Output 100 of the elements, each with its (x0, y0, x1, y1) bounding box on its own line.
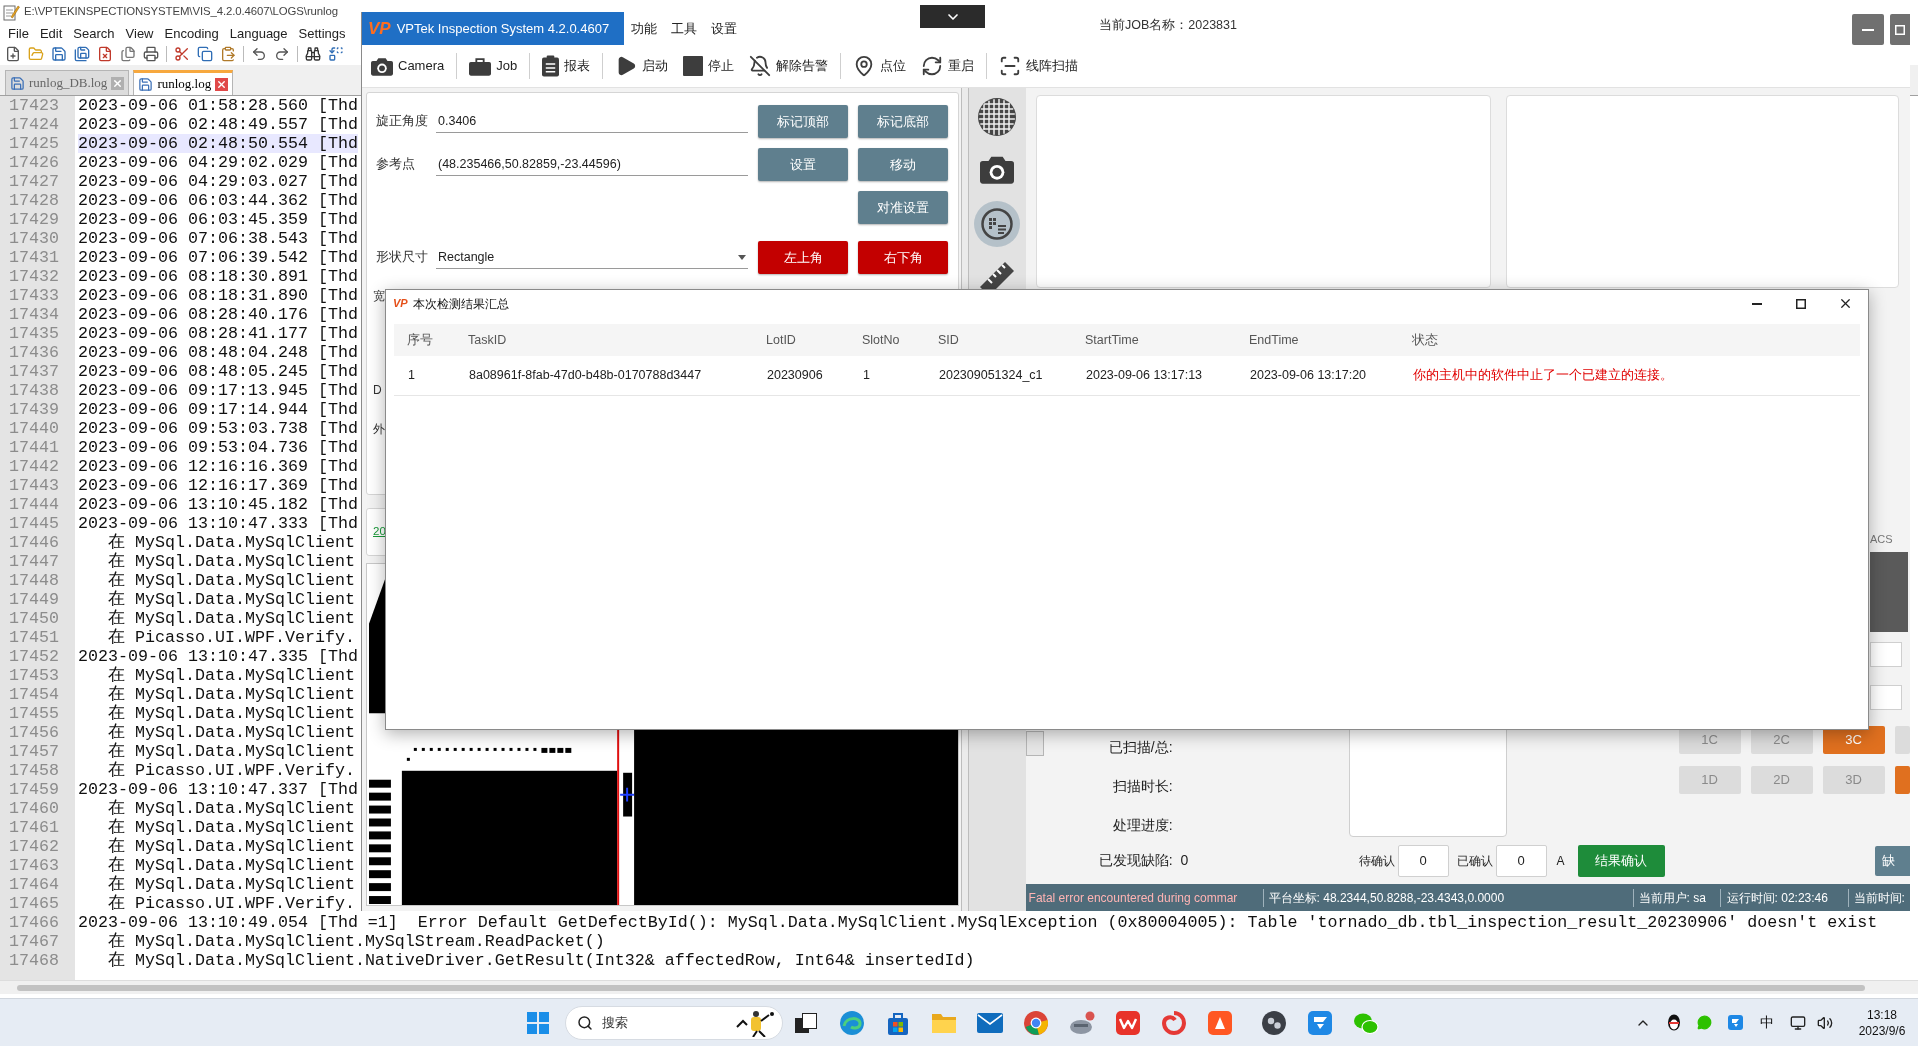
code-line: 在 MySql.Data.MySqlClient (107, 856, 355, 875)
action-button[interactable]: 设置 (758, 148, 848, 181)
files-icon[interactable] (120, 46, 136, 62)
count-field[interactable]: 0 (1397, 844, 1449, 877)
action-button[interactable]: 标记顶部 (758, 105, 848, 138)
volume-icon[interactable] (1817, 1014, 1833, 1031)
code-line: 2023-09-06 06:03:44.362 [Thd (78, 191, 358, 210)
gadget-icon[interactable] (1069, 1010, 1095, 1035)
new-file-icon[interactable] (5, 46, 21, 62)
toolbar-button[interactable]: 解除告警 (745, 49, 833, 83)
text-field[interactable]: 0.3406 (436, 110, 748, 133)
task-view-icon[interactable] (795, 1012, 817, 1033)
slot-button[interactable] (1894, 766, 1910, 794)
tool-button[interactable] (977, 97, 1018, 137)
ime-indicator[interactable]: 中 (1759, 1012, 1774, 1033)
menu-item[interactable]: Search (73, 24, 115, 43)
horizontal-scrollbar[interactable] (17, 984, 1865, 991)
line-number: 17462 (9, 837, 59, 856)
save-all-icon[interactable] (74, 46, 90, 62)
column-header: LotID (766, 331, 796, 349)
link[interactable]: 20 (373, 523, 386, 541)
paste-icon[interactable] (220, 46, 236, 62)
action-button[interactable]: 标记底部 (858, 105, 948, 138)
minimize-button[interactable] (1852, 14, 1884, 45)
doodle-icon (735, 1008, 777, 1037)
stat-label: 已扫描/总: (1108, 738, 1173, 757)
redo-icon[interactable] (274, 46, 290, 62)
tile-logo-icon[interactable] (1308, 1010, 1332, 1035)
menu-item[interactable]: View (125, 24, 154, 43)
confirm-button[interactable]: 结果确认 (1577, 844, 1665, 877)
menu-item[interactable]: Language (229, 24, 288, 43)
stat-value: 0 (1180, 851, 1189, 870)
code-line: 在 MySql.Data.MySqlClient (107, 723, 355, 742)
menu-item[interactable]: Settings (298, 24, 346, 43)
line-number: 17449 (9, 590, 59, 609)
tool-button[interactable] (974, 201, 1021, 247)
close-file-icon[interactable] (97, 46, 113, 62)
menu-item[interactable]: 设置 (711, 18, 737, 39)
close-icon[interactable] (215, 77, 229, 91)
line-number: 17437 (9, 362, 59, 381)
monitor-icon[interactable] (1789, 1014, 1806, 1031)
file-tab[interactable]: runlog.log (133, 70, 234, 95)
replace-icon[interactable] (328, 46, 344, 62)
start-icon[interactable] (527, 1011, 549, 1034)
menu-item[interactable]: File (8, 24, 29, 43)
toolbar-button[interactable]: Job (465, 49, 522, 83)
binoculars-icon[interactable] (305, 46, 321, 62)
swirl-logo-icon[interactable] (840, 1010, 864, 1035)
triangle-tile-icon[interactable] (1208, 1010, 1232, 1035)
menu-item[interactable]: 工具 (671, 18, 697, 39)
search-field[interactable]: 搜索 (565, 1005, 783, 1040)
round-emblem-icon[interactable] (1262, 1010, 1286, 1035)
swirl-logo-icon[interactable] (1162, 1010, 1186, 1035)
minimize-icon (1752, 302, 1762, 305)
menu-item[interactable]: Encoding (164, 24, 219, 43)
toolbar-button[interactable]: 点位 (849, 49, 911, 83)
menu-item[interactable]: Edit (39, 24, 63, 43)
dropdown-field[interactable]: Rectangle (436, 246, 748, 269)
action-button[interactable]: 对准设置 (858, 191, 948, 224)
store-bag-icon[interactable] (887, 1010, 909, 1035)
cut-icon[interactable] (174, 46, 190, 62)
undo-icon[interactable] (251, 46, 267, 62)
field-label: 外 (373, 421, 385, 437)
save-icon[interactable] (51, 46, 67, 62)
mail-icon[interactable] (977, 1012, 1003, 1033)
clock-time[interactable]: 13:18 (1867, 1006, 1897, 1023)
print-icon[interactable] (143, 46, 159, 62)
toolbar-button[interactable]: 线阵扫描 (995, 49, 1083, 83)
code-line: 在 MySql.Data.MySqlClient (107, 818, 355, 837)
toolbar-button[interactable]: 启动 (611, 49, 673, 83)
action-button[interactable]: 右下角 (858, 241, 948, 274)
toolbar-button[interactable]: Camera (367, 49, 449, 83)
code-line: 2023-09-06 12:16:16.369 [Thd (78, 457, 358, 476)
text-field[interactable]: (48.235466,50.82859,-23.44596) (436, 153, 748, 176)
toolbar-button[interactable]: 报表 (538, 49, 595, 83)
field-label: 旋正角度 (376, 113, 429, 131)
line-number: 17427 (9, 172, 59, 191)
code-line: 2023-09-06 07:06:39.542 [Thd (78, 248, 358, 267)
action-button[interactable]: 左上角 (758, 241, 848, 274)
toolbar-button[interactable]: 停止 (679, 49, 739, 83)
menu-item[interactable]: 功能 (631, 18, 657, 39)
line-number: 17433 (9, 286, 59, 305)
segmented-circle-icon[interactable] (1024, 1010, 1048, 1035)
maximize-icon (1796, 298, 1806, 309)
toolbar-button[interactable]: 重启 (917, 49, 979, 83)
penguin-icon[interactable] (1666, 1014, 1681, 1031)
line-number: 17452 (9, 647, 59, 666)
table-cell-text: 你的主机中的软件中止了一个已建立的连接。 (1413, 367, 1673, 385)
defect-button[interactable]: 缺 (1875, 845, 1910, 876)
bell-off-icon (749, 55, 772, 77)
clock-date[interactable]: 2023/9/6 (1858, 1022, 1906, 1039)
field-label: 待确认 (1358, 852, 1395, 870)
copy-icon[interactable] (197, 46, 213, 62)
dialog-title: 本次检测结果汇总 (412, 295, 509, 313)
count-field[interactable]: 0 (1495, 844, 1547, 877)
zigzag-tile-icon[interactable] (1116, 1010, 1140, 1035)
tile-logo-icon[interactable] (1728, 1015, 1743, 1030)
app-title: VPTek Inspection System 4.2.0.4607 (396, 19, 610, 38)
action-button[interactable]: 移动 (858, 148, 948, 181)
file-tab[interactable]: runlog_DB.log (5, 70, 130, 95)
